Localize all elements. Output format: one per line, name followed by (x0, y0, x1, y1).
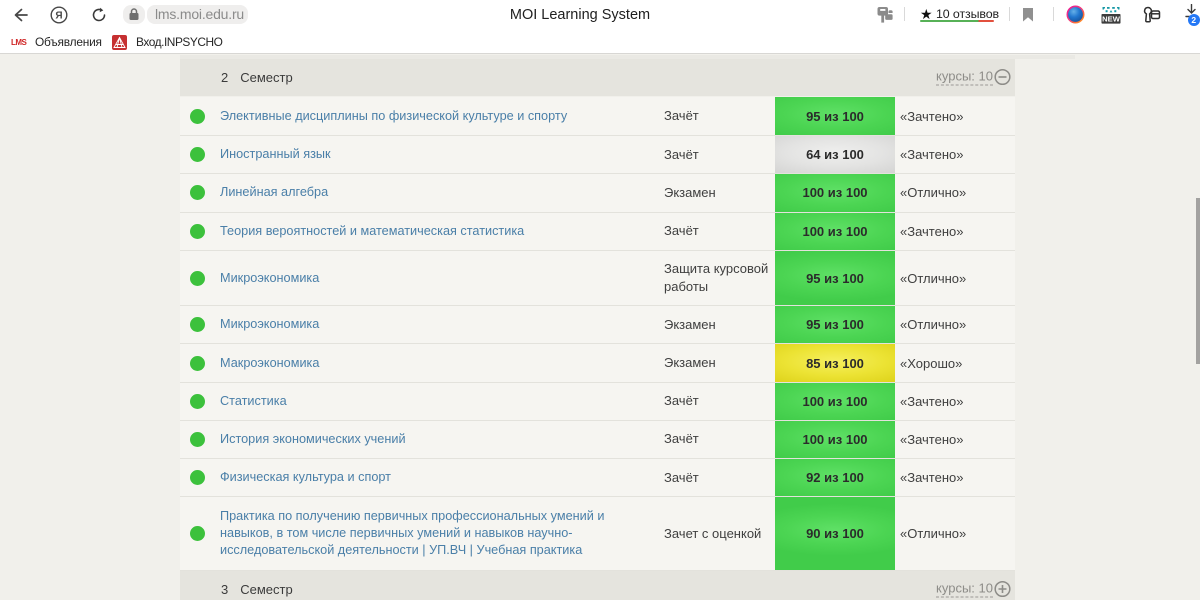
svg-text:Я: Я (55, 11, 62, 22)
svg-text:NEW: NEW (1102, 15, 1121, 24)
